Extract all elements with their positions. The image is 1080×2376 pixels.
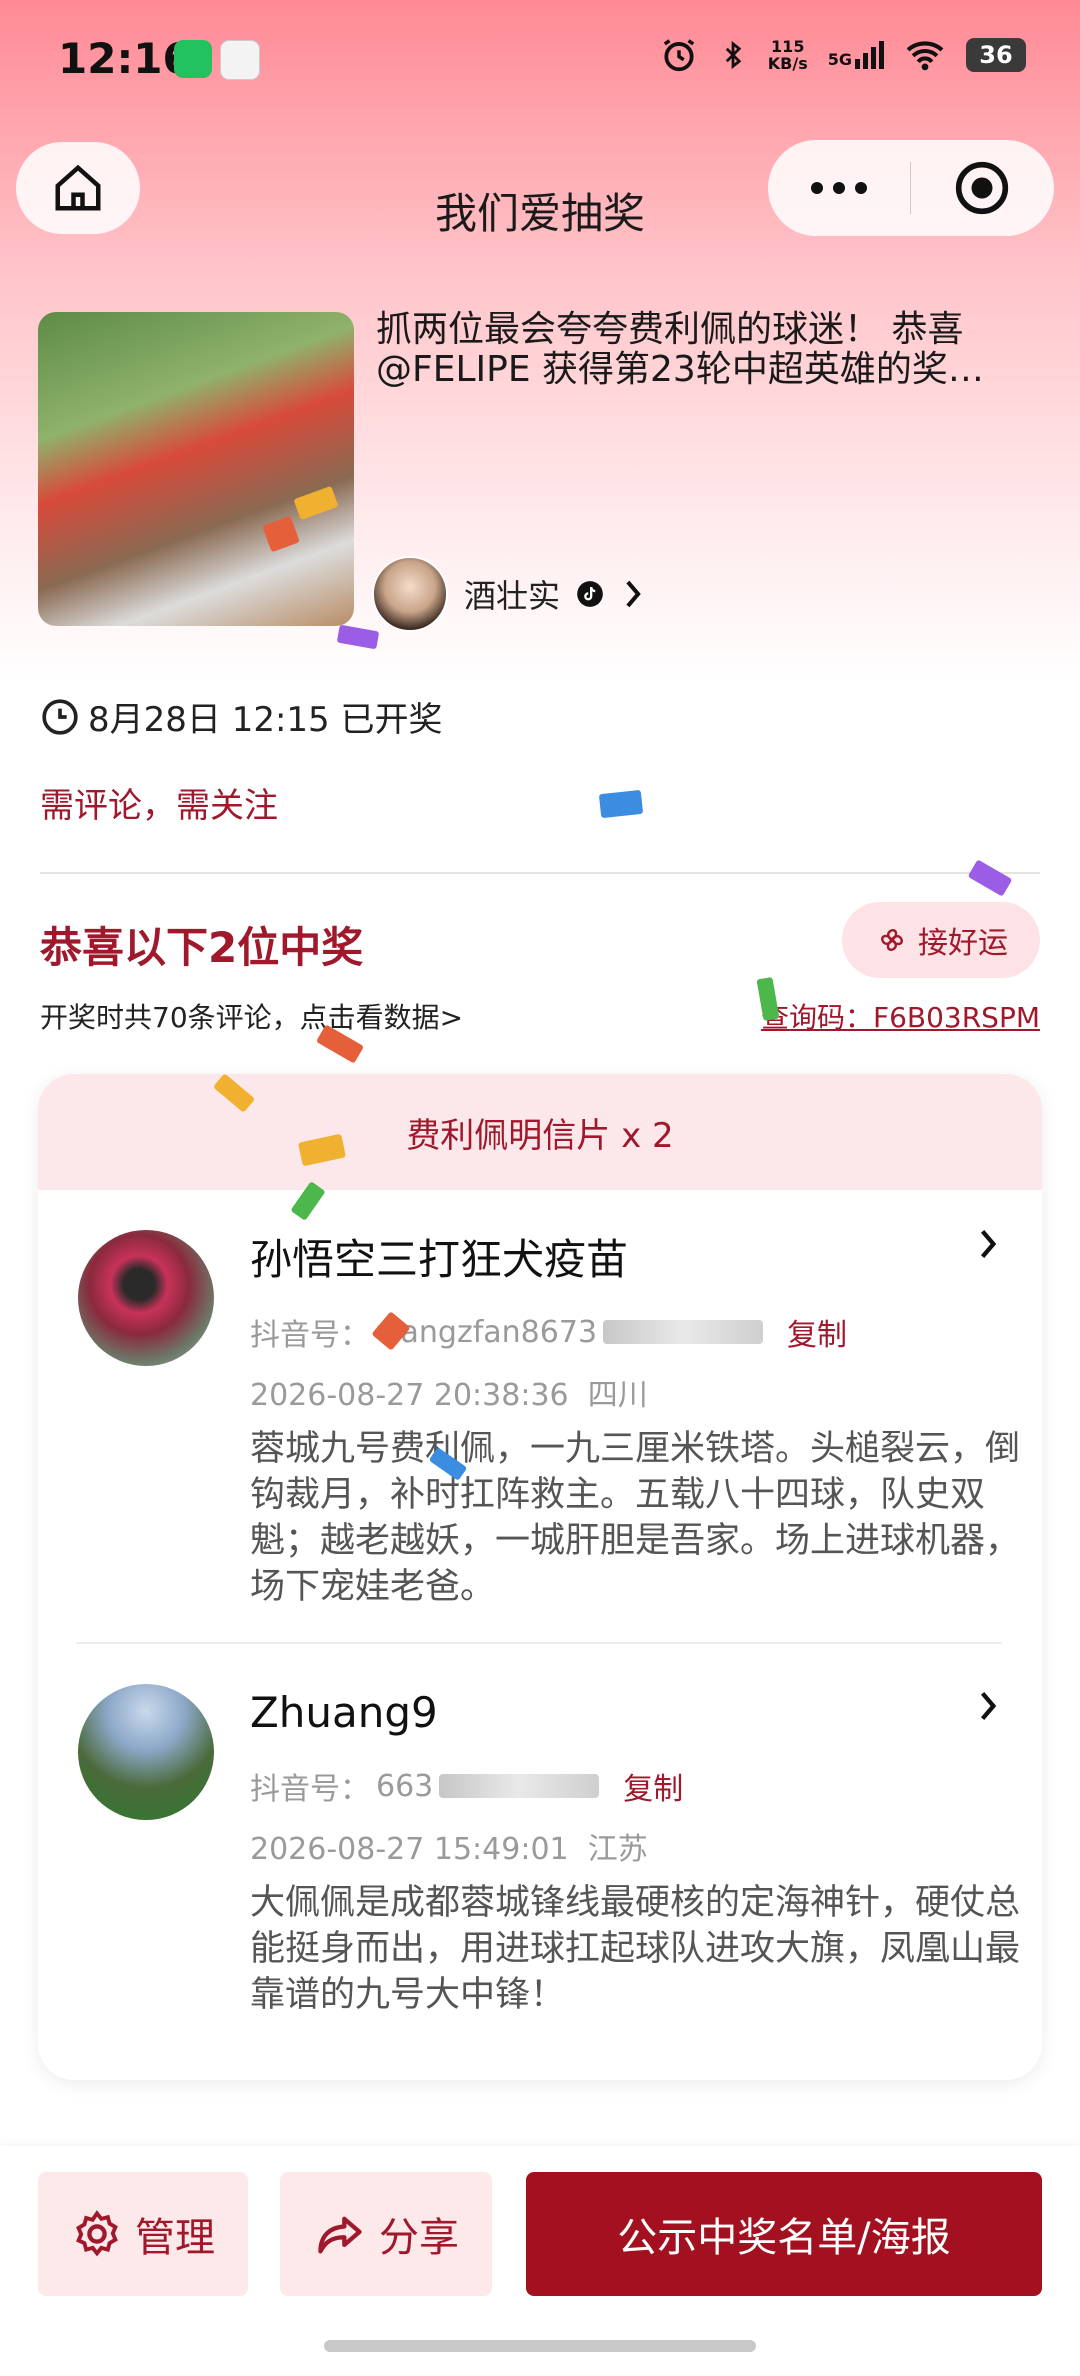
manage-button[interactable]: 管理 bbox=[38, 2172, 248, 2296]
prize-thumbnail[interactable] bbox=[38, 312, 354, 626]
wechat-icon bbox=[174, 40, 212, 78]
more-button[interactable] bbox=[768, 140, 910, 236]
alarm-icon bbox=[663, 39, 694, 72]
confetti-piece bbox=[598, 789, 644, 819]
status-time: 12:16 bbox=[58, 34, 192, 83]
winner-name: Zhuang9 bbox=[250, 1688, 438, 1737]
menu-capsule bbox=[768, 140, 1054, 236]
share-arrow-icon bbox=[318, 2216, 362, 2254]
home-indicator[interactable] bbox=[324, 2340, 756, 2352]
close-miniprogram-button[interactable] bbox=[911, 140, 1053, 236]
douyin-id-value: wangzfan8673 bbox=[376, 1314, 598, 1350]
check-code-link[interactable]: 查询码：F6B03RSPM bbox=[761, 996, 1040, 1036]
luck-button[interactable]: 接好运 bbox=[842, 902, 1040, 978]
net-speed: 115 KB/s bbox=[767, 37, 808, 73]
winner-region: 江苏 bbox=[587, 1832, 648, 1867]
clock-icon bbox=[42, 698, 78, 735]
draw-time-text: 8月28日 12:15 已开奖 bbox=[88, 700, 443, 740]
confetti-piece bbox=[756, 976, 780, 1022]
winner-comment: 大佩佩是成都蓉城锋线最硬核的定海神针，硬仗总能挺身而出，用进球扛起球队进攻大旗，… bbox=[250, 1883, 1021, 2015]
wifi-icon bbox=[906, 41, 944, 71]
section-divider bbox=[40, 872, 1040, 874]
winner-item[interactable]: Zhuang9 抖音号： 663 复制 2026-08-27 15:49:01 … bbox=[38, 1644, 1042, 2074]
chevron-right-icon bbox=[976, 1226, 1000, 1272]
redacted-id bbox=[439, 1774, 600, 1798]
gear-icon bbox=[76, 2210, 118, 2257]
status-right: 115 KB/s 5G 36 bbox=[660, 36, 1026, 74]
manage-label: 管理 bbox=[135, 2215, 215, 2261]
winner-comment-time: 2026-08-27 20:38:36 四川 bbox=[250, 1378, 648, 1413]
douyin-id-value: 663 bbox=[376, 1768, 434, 1804]
clover-icon bbox=[881, 929, 903, 951]
winner-name: 孙悟空三打狂犬疫苗 bbox=[250, 1235, 629, 1284]
redacted-id bbox=[603, 1320, 764, 1344]
bluetooth-icon bbox=[725, 40, 742, 70]
winner-douyin-id: 抖音号： wangzfan8673 复制 bbox=[250, 1310, 847, 1354]
winner-item[interactable]: 孙悟空三打狂犬疫苗 抖音号： wangzfan8673 复制 2026-08-2… bbox=[38, 1190, 1042, 1640]
winners-card: 费利佩明信片 x 2 孙悟空三打狂犬疫苗 抖音号： wangzfan8673 复… bbox=[38, 1074, 1042, 2080]
share-label: 分享 bbox=[379, 2215, 459, 2261]
confetti-piece bbox=[967, 859, 1013, 897]
battery-indicator: 36 bbox=[966, 38, 1026, 72]
status-bar: 12:16 115 KB/s 5G 36 bbox=[0, 0, 1080, 120]
publish-winners-button[interactable]: 公示中奖名单/海报 bbox=[526, 2172, 1042, 2296]
copy-id-button[interactable]: 复制 bbox=[623, 1764, 683, 1808]
chevron-right-icon bbox=[626, 580, 641, 608]
signal-icon: 5G bbox=[828, 41, 884, 69]
share-button[interactable]: 分享 bbox=[280, 2172, 492, 2296]
douyin-icon bbox=[577, 581, 603, 607]
target-icon bbox=[955, 161, 1009, 215]
draw-time: 8月28日 12:15 已开奖 bbox=[40, 692, 443, 741]
draw-conditions: 需评论，需关注 bbox=[40, 786, 278, 826]
comments-stats-link[interactable]: 开奖时共70条评论，点击看数据> bbox=[40, 996, 463, 1036]
app-notification-icon bbox=[220, 40, 260, 80]
winner-comment-time: 2026-08-27 15:49:01 江苏 bbox=[250, 1832, 648, 1867]
winner-avatar bbox=[78, 1230, 214, 1366]
winner-douyin-id: 抖音号： 663 复制 bbox=[250, 1764, 683, 1808]
prize-name-header: 费利佩明信片 x 2 bbox=[38, 1074, 1042, 1190]
luck-button-label: 接好运 bbox=[918, 926, 1008, 961]
prize-title[interactable]: 抓两位最会夸夸费利佩的球迷！ 恭喜@FELIPE 获得第23轮中超英雄的奖… bbox=[376, 310, 1026, 390]
more-dots-icon bbox=[811, 182, 867, 194]
chevron-right-icon bbox=[976, 1688, 1000, 1734]
author-name: 酒壮实 bbox=[464, 577, 561, 615]
winner-avatar bbox=[78, 1684, 214, 1820]
author-link[interactable]: 酒壮实 bbox=[372, 556, 646, 632]
copy-id-button[interactable]: 复制 bbox=[787, 1310, 847, 1354]
winners-heading: 恭喜以下2位中奖 bbox=[40, 923, 364, 972]
winner-region: 四川 bbox=[587, 1378, 648, 1413]
author-avatar bbox=[372, 556, 448, 632]
winner-comment: 蓉城九号费利佩，一九三厘米铁塔。头槌裂云，倒钩裁月，补时扛阵救主。五载八十四球，… bbox=[250, 1429, 1021, 1607]
